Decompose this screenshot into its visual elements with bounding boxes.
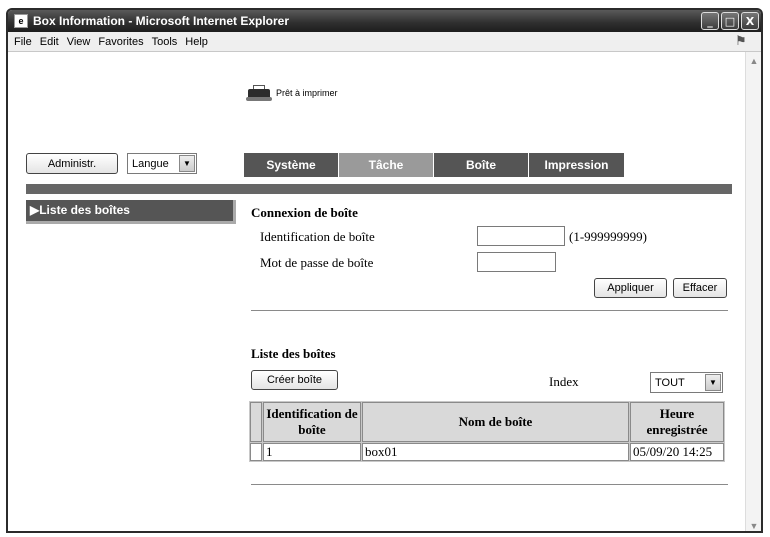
menu-bar: File Edit View Favorites Tools Help ⚑ (8, 32, 761, 52)
administrator-button[interactable]: Administr. (26, 153, 118, 174)
scroll-up-icon[interactable]: ▲ (747, 54, 761, 68)
index-select-value: TOUT (655, 376, 685, 389)
boxlist-section-title: Liste des boîtes (251, 346, 336, 361)
box-id-label: Identification de boîte (260, 229, 375, 244)
menu-tools[interactable]: Tools (152, 36, 178, 48)
box-list-table: Identification de boîte Nom de boîte Heu… (249, 401, 725, 462)
box-password-label: Mot de passe de boîte (260, 255, 374, 270)
browser-window: e Box Information - Microsoft Internet E… (6, 8, 763, 533)
box-password-input[interactable] (477, 252, 556, 272)
cell-box-name[interactable]: box01 (362, 443, 629, 461)
section-divider (251, 310, 728, 311)
close-button[interactable]: X (741, 12, 759, 30)
select-column-header (250, 402, 262, 442)
box-id-range: (1-999999999) (569, 229, 647, 244)
minimize-button[interactable]: _ (701, 12, 719, 30)
menu-view[interactable]: View (67, 36, 91, 48)
index-label: Index (549, 374, 579, 389)
column-header-id[interactable]: Identification de boîte (263, 402, 361, 442)
window-title: Box Information - Microsoft Internet Exp… (33, 14, 290, 28)
language-select-value: Langue (132, 157, 169, 170)
sidebar-item-liste-des-boites[interactable]: ▶Liste des boîtes (26, 200, 236, 224)
printer-status-text: Prêt à imprimer (276, 88, 338, 98)
create-box-button[interactable]: Créer boîte (251, 370, 338, 390)
scroll-down-icon[interactable]: ▼ (747, 519, 761, 531)
cell-box-id[interactable]: 1 (263, 443, 361, 461)
menu-favorites[interactable]: Favorites (98, 36, 143, 48)
menu-file[interactable]: File (14, 36, 32, 48)
maximize-button[interactable]: □ (721, 12, 739, 30)
table-header-row: Identification de boîte Nom de boîte Heu… (250, 402, 724, 442)
title-bar: e Box Information - Microsoft Internet E… (8, 10, 761, 32)
header-divider-band (26, 184, 732, 194)
box-id-input[interactable] (477, 226, 565, 246)
ie-page-icon: e (14, 14, 28, 28)
apply-button[interactable]: Appliquer (594, 278, 667, 298)
index-select[interactable]: TOUT ▼ (650, 372, 723, 393)
language-select[interactable]: Langue ▼ (127, 153, 197, 174)
tab-systeme[interactable]: Système (244, 153, 339, 177)
row-select-cell[interactable] (250, 443, 262, 461)
tab-impression[interactable]: Impression (529, 153, 625, 177)
clear-button[interactable]: Effacer (673, 278, 727, 298)
printer-status: Prêt à imprimer (246, 83, 338, 103)
window-controls: _ □ X (701, 12, 759, 30)
vertical-scrollbar[interactable]: ▲ ▼ (745, 52, 761, 531)
table-bottom-divider (251, 484, 728, 485)
menu-help[interactable]: Help (185, 36, 208, 48)
login-section-title: Connexion de boîte (251, 205, 358, 220)
menu-edit[interactable]: Edit (40, 36, 59, 48)
tab-boite[interactable]: Boîte (434, 153, 529, 177)
page-content: Prêt à imprimer Administr. Langue ▼ Syst… (8, 52, 747, 531)
windows-logo-icon: ⚑ (735, 33, 747, 48)
chevron-down-icon: ▼ (179, 155, 195, 172)
table-row[interactable]: 1 box01 05/09/20 14:25 (250, 443, 724, 461)
tab-tache[interactable]: Tâche (339, 153, 434, 177)
column-header-name[interactable]: Nom de boîte (362, 402, 629, 442)
column-header-time[interactable]: Heure enregistrée (630, 402, 724, 442)
chevron-down-icon: ▼ (705, 374, 721, 391)
main-tabs: Système Tâche Boîte Impression (244, 153, 625, 177)
cell-box-time: 05/09/20 14:25 (630, 443, 724, 461)
printer-icon (246, 83, 272, 103)
